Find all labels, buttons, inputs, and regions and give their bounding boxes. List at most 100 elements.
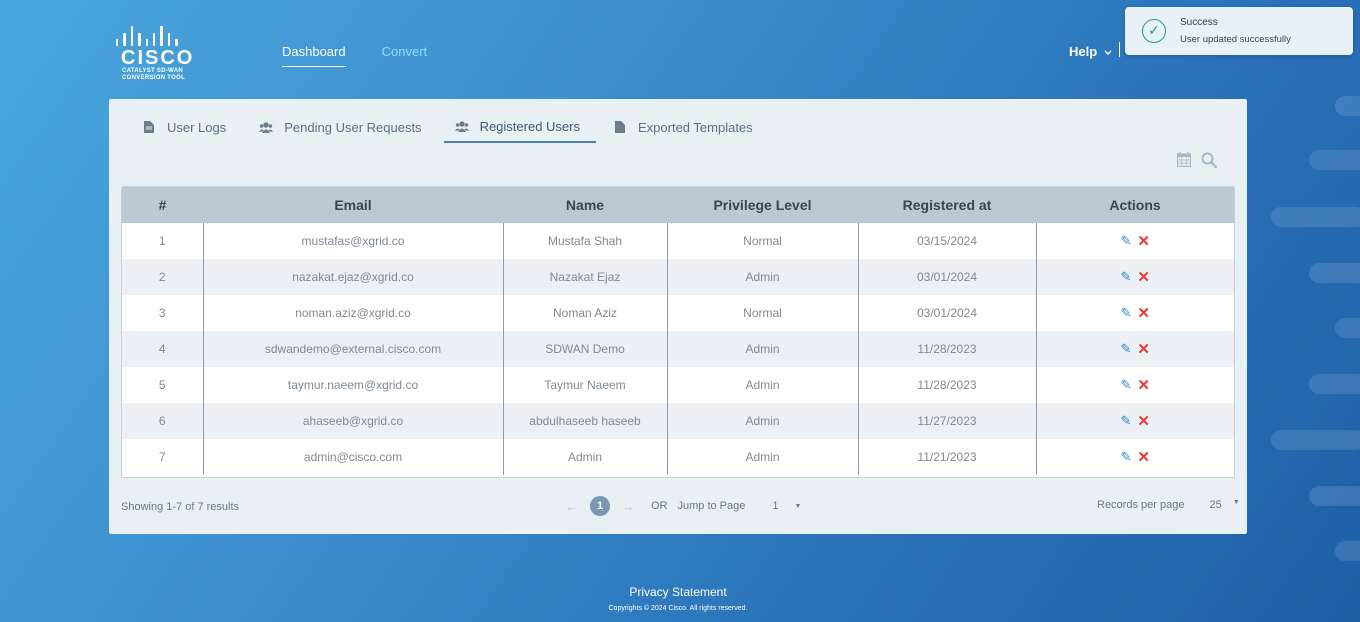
help-menu[interactable]: Help [1069,44,1112,59]
cell-email: nazakat.ejaz@xgrid.co [202,259,503,295]
records-per-page-select[interactable]: 25 ▼ [1209,499,1239,511]
cell-privilege: Normal [666,295,858,331]
privacy-statement-link[interactable]: Privacy Statement [0,585,1356,599]
tab-label: Registered Users [479,118,580,134]
cell-registered: 11/28/2023 [857,331,1036,367]
nav-convert[interactable]: Convert [382,44,428,67]
edit-icon[interactable]: ✎ [1121,269,1132,285]
cell-email: noman.aziz@xgrid.co [202,295,503,331]
cell-actions: ✎ ✕ [1035,331,1234,367]
main-panel: User Logs Pending User Requests Register… [109,99,1247,534]
cell-registered: 03/01/2024 [857,259,1036,295]
caret-down-icon: ▼ [1232,499,1240,506]
delete-icon[interactable]: ✕ [1137,448,1150,466]
cell-name: SDWAN Demo [502,331,667,367]
edit-icon[interactable]: ✎ [1121,305,1132,321]
search-icon[interactable] [1201,152,1217,168]
tab-label: Pending User Requests [284,119,422,135]
cell-number: 7 [158,450,166,464]
page-1-button[interactable]: 1 [590,496,610,516]
calendar-icon[interactable] [1177,152,1191,167]
cisco-logo[interactable]: CISCO CATALYST SD-WAN CONVERSION TOOL [114,26,198,88]
table-row: 6 ahaseeb@xgrid.co abdulhaseeb haseeb Ad… [122,403,1234,439]
cell-privilege: Admin [666,259,858,295]
cell-privilege: Admin [666,403,858,439]
edit-icon[interactable]: ✎ [1121,233,1132,249]
tab-pending-user-requests[interactable]: Pending User Requests [248,111,437,143]
toast-title: Success [1180,17,1218,28]
column-header-actions: Actions [1036,187,1234,223]
table-row: 2 nazakat.ejaz@xgrid.co Nazakat Ejaz Adm… [122,259,1234,295]
jump-to-page-value: 1 [772,500,779,512]
logo-subtitle-line1: CATALYST SD-WAN [122,68,184,74]
tab-label: Exported Templates [638,119,753,135]
delete-icon[interactable]: ✕ [1137,232,1150,250]
delete-icon[interactable]: ✕ [1137,412,1150,430]
chevron-down-icon [1104,50,1112,56]
copyright-text: Copyrights © 2024 Cisco. All rights rese… [608,605,748,612]
cell-email: admin@cisco.com [202,439,503,475]
cell-email: taymur.naeem@xgrid.co [202,367,503,403]
edit-icon[interactable]: ✎ [1121,449,1132,465]
cell-privilege: Admin [666,367,858,403]
records-per-page: Records per page 25 ▼ [1097,499,1240,511]
column-header-registered[interactable]: Registered at [858,187,1036,223]
cell-registered: 11/27/2023 [857,403,1036,439]
column-header-number[interactable]: # [122,187,203,223]
table-header-row: # Email Name Privilege Level Registered … [122,187,1234,223]
cell-number: 1 [158,234,166,248]
toast-message: User updated successfully [1180,34,1291,45]
cell-actions: ✎ ✕ [1035,223,1234,259]
header-divider [1119,42,1120,57]
jump-to-page-select[interactable]: 1 ▼ [772,500,801,512]
table-row: 7 admin@cisco.com Admin Admin 11/21/2023… [122,439,1234,475]
table-tools [1177,152,1217,168]
column-header-email[interactable]: Email [203,187,503,223]
cell-actions: ✎ ✕ [1035,403,1234,439]
nav-dashboard[interactable]: Dashboard [282,44,346,67]
success-toast[interactable]: ✓ Success User updated successfully [1125,7,1353,55]
users-icon [454,120,469,132]
pagination: ← 1 → OR Jump to Page 1 ▼ [561,496,801,516]
tab-exported-templates[interactable]: Exported Templates [602,111,769,143]
column-header-privilege[interactable]: Privilege Level [667,187,858,223]
cell-number: 5 [158,378,166,392]
cell-registered: 11/21/2023 [857,439,1036,475]
main-nav: Dashboard Convert [282,44,427,67]
delete-icon[interactable]: ✕ [1137,340,1150,358]
column-header-name[interactable]: Name [503,187,667,223]
cell-name: Admin [502,439,667,475]
cell-name: Taymur Naeem [502,367,667,403]
delete-icon[interactable]: ✕ [1137,304,1150,322]
edit-icon[interactable]: ✎ [1121,341,1132,357]
caret-down-icon: ▼ [794,502,802,510]
cell-registered: 03/01/2024 [857,295,1036,331]
file-icon [144,121,154,133]
file-icon [615,121,625,133]
tab-registered-users[interactable]: Registered Users [443,111,596,143]
cell-email: sdwandemo@external.cisco.com [202,331,503,367]
tab-user-logs[interactable]: User Logs [131,111,242,143]
edit-icon[interactable]: ✎ [1121,377,1132,393]
cell-registered: 03/15/2024 [857,223,1036,259]
results-summary: Showing 1-7 of 7 results [121,501,240,513]
tab-label: User Logs [167,119,227,135]
cell-name: Noman Aziz [502,295,667,331]
prev-page-arrow-icon[interactable]: ← [561,499,583,514]
edit-icon[interactable]: ✎ [1121,413,1132,429]
cell-number: 2 [122,259,203,295]
cell-actions: ✎ ✕ [1035,295,1234,331]
cisco-logo-bars [116,26,198,46]
next-page-arrow-icon[interactable]: → [617,499,639,514]
delete-icon[interactable]: ✕ [1137,268,1150,286]
delete-icon[interactable]: ✕ [1137,376,1150,394]
users-icon [259,121,274,133]
cell-privilege: Admin [666,439,858,475]
cell-privilege: Admin [666,331,858,367]
cell-number: 3 [158,306,166,320]
cell-actions: ✎ ✕ [1035,367,1234,403]
users-table: # Email Name Privilege Level Registered … [121,186,1235,478]
check-circle-icon: ✓ [1142,19,1166,43]
jump-to-page-label: Jump to Page [677,500,746,512]
cell-number: 6 [122,403,203,439]
